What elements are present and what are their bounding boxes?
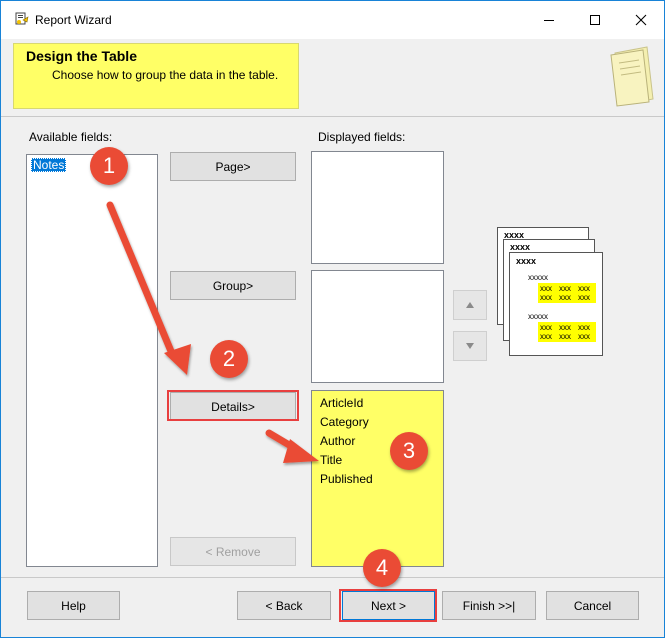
close-button[interactable]: [618, 1, 664, 39]
preview-page-3: xxxx xxxxx xxx xxx xxx xxx xxx xxx xxxxx…: [509, 252, 603, 356]
window-title: Report Wizard: [35, 13, 112, 27]
back-button[interactable]: < Back: [237, 591, 331, 620]
maximize-button[interactable]: [572, 1, 618, 39]
details-field-published[interactable]: Published: [320, 472, 373, 486]
header-banner: Design the Table Choose how to group the…: [13, 43, 299, 109]
arrow-down-icon: [466, 343, 474, 349]
preview-header-2: xxxx: [510, 242, 531, 252]
help-button[interactable]: Help: [27, 591, 120, 620]
page-title: Design the Table: [26, 48, 137, 64]
details-field-author[interactable]: Author: [320, 434, 355, 448]
report-wizard-window: Report Wizard Design the Table Choose ho…: [0, 0, 665, 638]
maximize-icon: [590, 15, 600, 25]
details-button-highlight: [167, 390, 299, 421]
table-layout-preview: xxxx xxxx xxxx xxxxx xxx xxx xxx xxx xxx…: [497, 227, 607, 357]
page-fields-list[interactable]: [311, 151, 444, 264]
available-fields-label: Available fields:: [29, 130, 113, 144]
cancel-button[interactable]: Cancel: [546, 591, 639, 620]
preview-detail-block-1: xxx xxx xxx xxx xxx xxx: [538, 283, 596, 303]
step-1-badge: 1: [90, 147, 128, 185]
remove-button[interactable]: < Remove: [170, 537, 296, 566]
preview-group-2: xxxxx: [528, 312, 548, 321]
step-2-badge: 2: [210, 340, 248, 378]
arrow-up-icon: [466, 302, 474, 308]
page-subtitle: Choose how to group the data in the tabl…: [52, 68, 279, 82]
preview-header-3: xxxx: [516, 256, 537, 266]
details-field-category[interactable]: Category: [320, 415, 369, 429]
title-bar[interactable]: Report Wizard: [1, 1, 664, 39]
header-separator: [1, 116, 664, 117]
available-field-notes[interactable]: Notes: [31, 158, 67, 172]
minimize-icon: [544, 20, 554, 21]
report-wizard-app-icon: [15, 12, 29, 25]
details-field-articleid[interactable]: ArticleId: [320, 396, 363, 410]
step-3-badge: 3: [390, 432, 428, 470]
preview-group-1: xxxxx: [528, 273, 548, 282]
wizard-document-icon: [610, 46, 654, 107]
group-fields-list[interactable]: [311, 270, 444, 383]
step-4-badge: 4: [363, 549, 401, 587]
close-icon: [635, 14, 647, 26]
available-fields-list[interactable]: Notes: [26, 154, 158, 567]
next-button-highlight: [339, 589, 437, 622]
footer-separator: [1, 577, 664, 578]
group-button[interactable]: Group>: [170, 271, 296, 300]
page-button[interactable]: Page>: [170, 152, 296, 181]
displayed-fields-label: Displayed fields:: [318, 130, 406, 144]
details-fields-list[interactable]: ArticleId Category Author Title Publishe…: [311, 390, 444, 567]
minimize-button[interactable]: [526, 1, 572, 39]
finish-button[interactable]: Finish >>|: [442, 591, 536, 620]
move-up-button[interactable]: [453, 290, 487, 320]
details-field-title[interactable]: Title: [320, 453, 342, 467]
preview-detail-block-2: xxx xxx xxx xxx xxx xxx: [538, 322, 596, 342]
move-down-button[interactable]: [453, 331, 487, 361]
